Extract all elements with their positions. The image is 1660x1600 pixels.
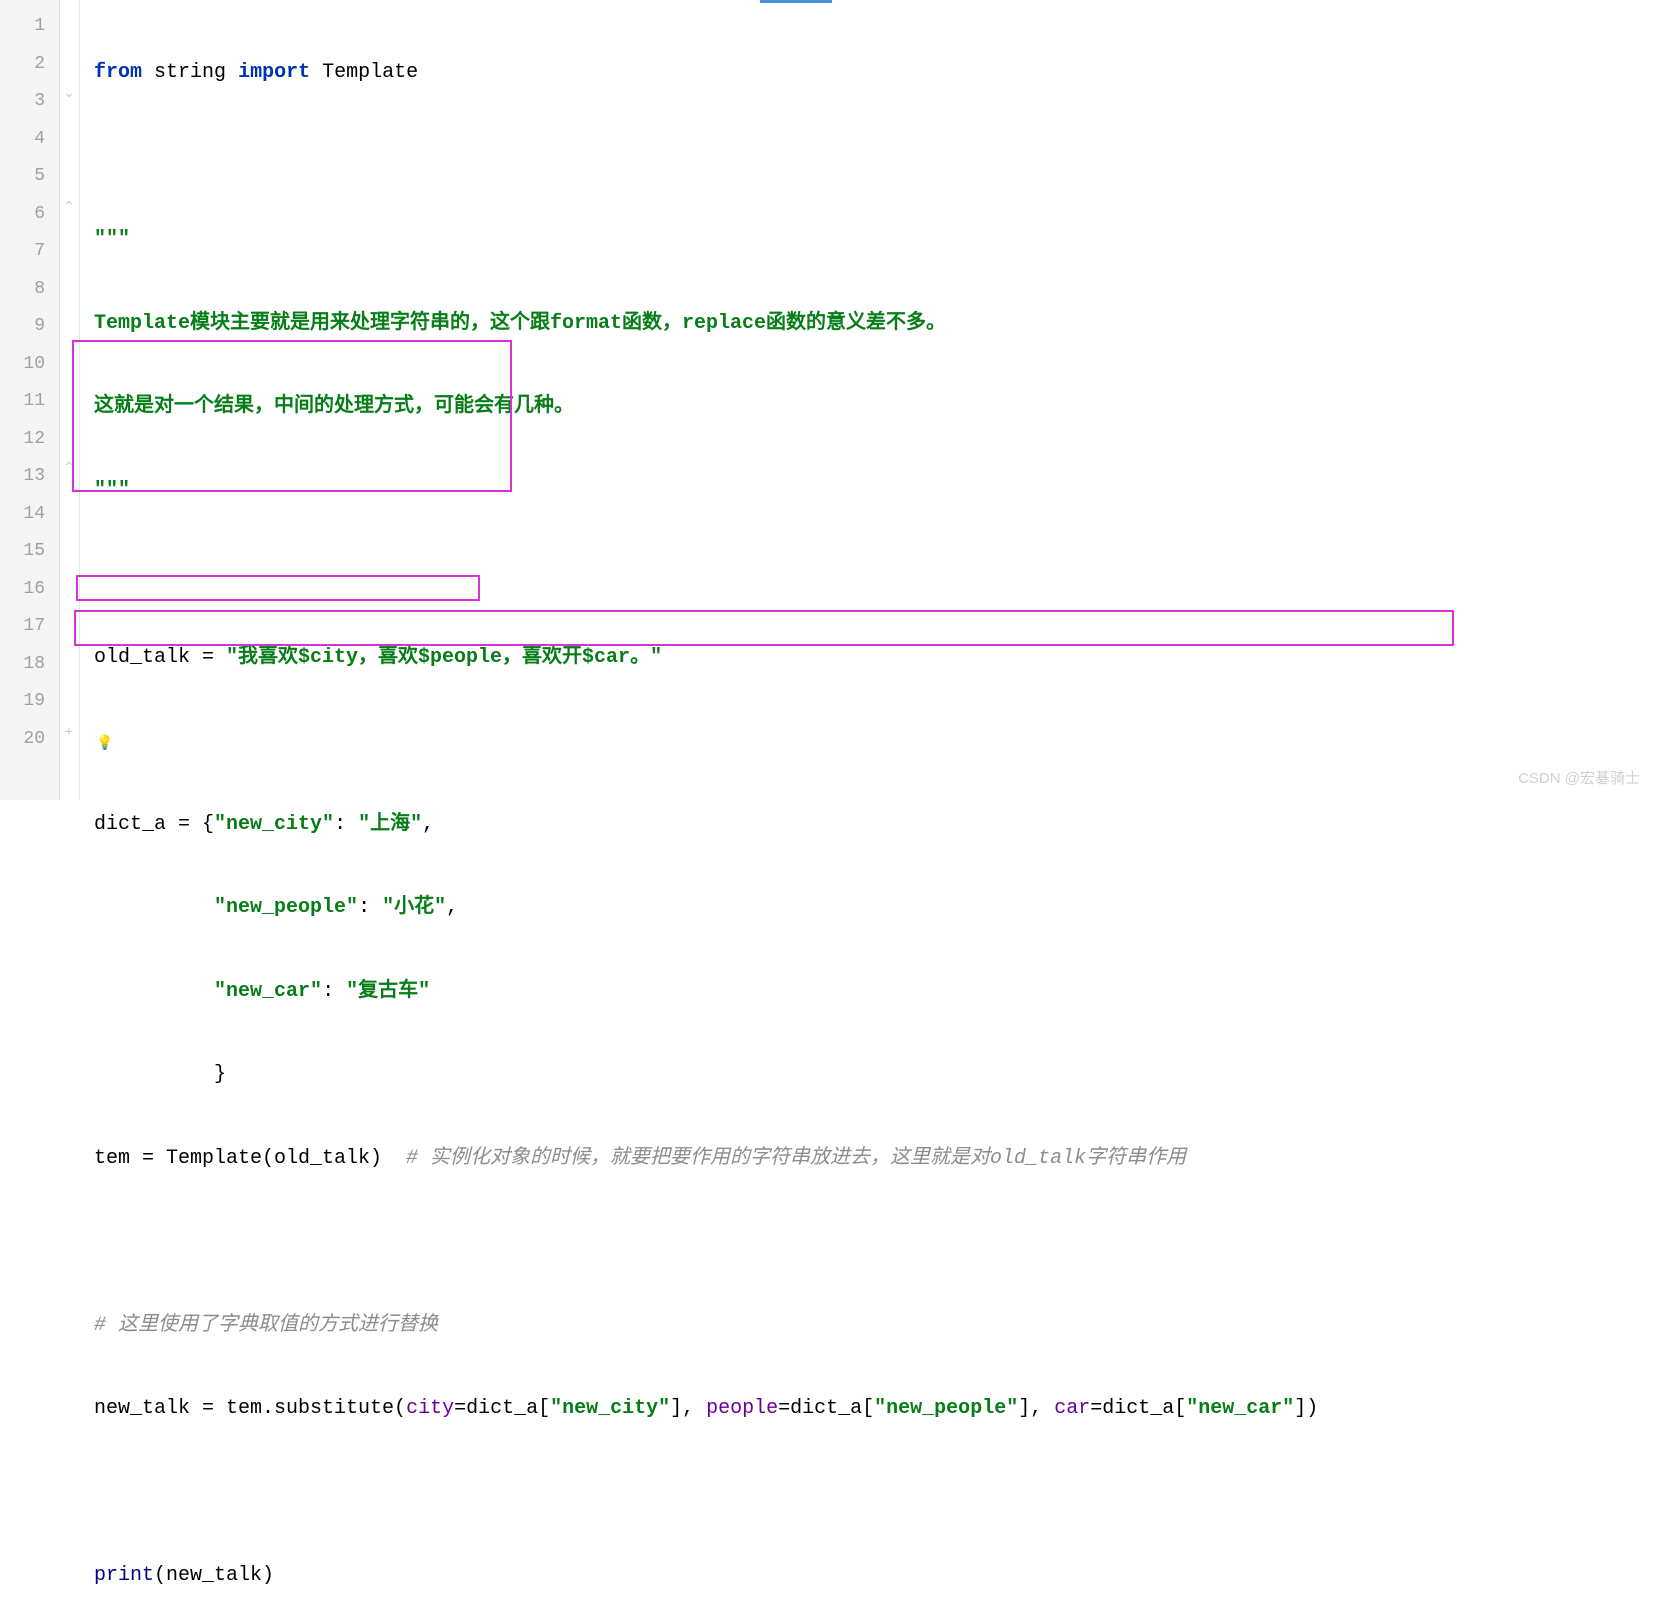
line-number: 17: [0, 608, 45, 646]
line-number: 7: [0, 233, 45, 271]
code-line: tem = Template(old_talk) # 实例化对象的时候，就要把要…: [94, 1140, 1660, 1178]
intention-bulb-icon[interactable]: 💡: [96, 735, 113, 752]
line-number: 8: [0, 271, 45, 309]
code-line: # 这里使用了字典取值的方式进行替换: [94, 1307, 1660, 1345]
code-line: "new_people": "小花",: [94, 889, 1660, 927]
line-number: 11: [0, 383, 45, 421]
line-number: 1: [0, 8, 45, 46]
code-editor[interactable]: from string import Template """ Template…: [80, 0, 1660, 800]
fold-expand-icon[interactable]: +: [62, 725, 76, 741]
code-line: old_talk = "我喜欢$city，喜欢$people，喜欢开$car。": [94, 639, 1660, 677]
line-number: 15: [0, 533, 45, 571]
code-line: [94, 1474, 1660, 1512]
code-line: 这就是对一个结果，中间的处理方式，可能会有几种。: [94, 388, 1660, 426]
line-number: 9: [0, 308, 45, 346]
line-number: 12: [0, 421, 45, 459]
code-line: """: [94, 472, 1660, 510]
line-number: 10: [0, 346, 45, 384]
fold-close-icon[interactable]: ⌃: [62, 199, 76, 216]
line-number: 14: [0, 496, 45, 534]
line-number: 16: [0, 571, 45, 609]
fold-open-icon[interactable]: ⌄: [62, 85, 76, 102]
line-number: 2: [0, 46, 45, 84]
code-line: [94, 1223, 1660, 1261]
code-line: from string import Template: [94, 54, 1660, 92]
code-line: [94, 138, 1660, 176]
code-line: Template模块主要就是用来处理字符串的，这个跟format函数，repla…: [94, 305, 1660, 343]
line-number: 19: [0, 683, 45, 721]
code-line: """: [94, 221, 1660, 259]
line-number: 3: [0, 83, 45, 121]
code-line: }: [94, 1056, 1660, 1094]
code-line: [94, 555, 1660, 593]
fold-close-icon[interactable]: ⌃: [62, 460, 76, 477]
code-line: dict_a = {"new_city": "上海",: [94, 806, 1660, 844]
code-line: [94, 722, 1660, 760]
line-number: 18: [0, 646, 45, 684]
code-line: "new_car": "复古车": [94, 973, 1660, 1011]
code-line: print(new_talk): [94, 1557, 1660, 1595]
line-number: 6: [0, 196, 45, 234]
line-number: 4: [0, 121, 45, 159]
fold-column: ⌄ ⌃ ⌃ +: [60, 0, 80, 800]
line-number: 20: [0, 721, 45, 759]
line-number: 5: [0, 158, 45, 196]
line-number: 13: [0, 458, 45, 496]
code-line: new_talk = tem.substitute(city=dict_a["n…: [94, 1390, 1660, 1428]
watermark-text: CSDN @宏碁骑士: [1518, 767, 1640, 788]
line-number-gutter: 1 2 3 4 5 6 7 8 9 10 11 12 13 14 15 16 1…: [0, 0, 60, 800]
